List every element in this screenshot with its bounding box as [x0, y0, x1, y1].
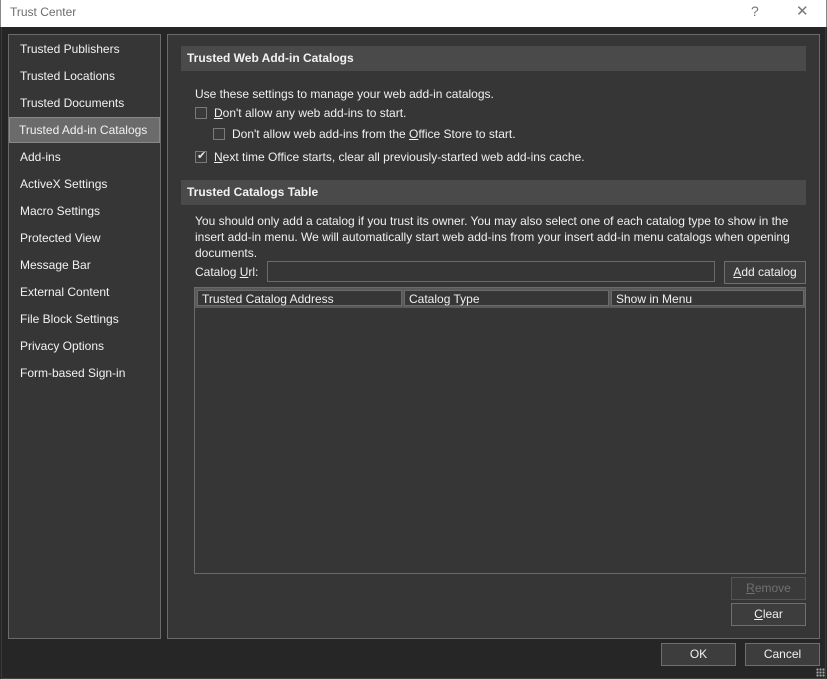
column-header-type[interactable]: Catalog Type — [404, 290, 609, 306]
clear-cache-label[interactable]: Next time Office starts, clear all previ… — [214, 150, 585, 164]
sidebar-item-macro-settings[interactable]: Macro Settings — [11, 198, 158, 224]
access-key: D — [214, 106, 223, 120]
clear-button[interactable]: Clear — [731, 603, 806, 626]
catalog-url-label: Catalog Url: — [195, 265, 258, 279]
sidebar-item-privacy-options[interactable]: Privacy Options — [11, 333, 158, 359]
label-rest: on't allow any web add-ins to start. — [222, 106, 407, 120]
sidebar-item-file-block-settings[interactable]: File Block Settings — [11, 306, 158, 332]
checkmark-icon: ✔ — [197, 150, 207, 162]
label-rest: ext time Office starts, clear all previo… — [222, 150, 585, 164]
column-header-address[interactable]: Trusted Catalog Address — [197, 290, 402, 306]
label-prefix: Catalog — [195, 265, 240, 279]
dont-allow-office-store-label[interactable]: Don't allow web add-ins from the Office … — [232, 127, 516, 141]
sidebar-item-trusted-locations[interactable]: Trusted Locations — [11, 63, 158, 89]
web-catalogs-intro: Use these settings to manage your web ad… — [195, 87, 494, 101]
access-key: N — [214, 150, 223, 164]
button-label: emove — [754, 581, 791, 595]
add-catalog-button[interactable]: Add catalog — [724, 261, 806, 284]
sidebar-item-add-ins[interactable]: Add-ins — [11, 144, 158, 170]
sidebar-item-protected-view[interactable]: Protected View — [11, 225, 158, 251]
sidebar-item-activex-settings[interactable]: ActiveX Settings — [11, 171, 158, 197]
sidebar-item-message-bar[interactable]: Message Bar — [11, 252, 158, 278]
catalog-url-input[interactable] — [267, 261, 715, 282]
catalogs-description: You should only add a catalog if you tru… — [195, 214, 790, 260]
section-header-catalogs-table: Trusted Catalogs Table — [181, 180, 806, 205]
sidebar-item-external-content[interactable]: External Content — [11, 279, 158, 305]
help-icon[interactable]: ? — [751, 3, 759, 19]
sidebar-item-trusted-add-in-catalogs[interactable]: Trusted Add-in Catalogs — [9, 117, 160, 143]
label-rest: ffice Store to start. — [418, 127, 516, 141]
sidebar-item-trusted-documents[interactable]: Trusted Documents — [11, 90, 158, 116]
sidebar-item-form-based-sign-in[interactable]: Form-based Sign-in — [11, 360, 158, 386]
section-header-web-catalogs: Trusted Web Add-in Catalogs — [181, 46, 806, 71]
remove-button[interactable]: Remove — [731, 577, 806, 600]
close-icon[interactable]: ✕ — [796, 2, 809, 20]
table-header-row: Trusted Catalog Address Catalog Type Sho… — [195, 288, 805, 308]
column-header-show-in-menu[interactable]: Show in Menu — [611, 290, 804, 306]
window-title: Trust Center — [10, 5, 77, 19]
button-label: lear — [762, 607, 783, 621]
dont-allow-web-addins-checkbox[interactable] — [195, 107, 207, 119]
resize-grip-icon[interactable] — [816, 668, 825, 677]
dont-allow-office-store-checkbox[interactable] — [213, 128, 225, 140]
label-rest: rl: — [248, 265, 259, 279]
title-bar: Trust Center ? ✕ — [0, 0, 827, 27]
access-key: R — [746, 581, 755, 595]
button-label: dd catalog — [741, 265, 797, 279]
cancel-button[interactable]: Cancel — [745, 643, 820, 666]
dont-allow-web-addins-label[interactable]: Don't allow any web add-ins to start. — [214, 106, 406, 120]
clear-cache-checkbox[interactable]: ✔ — [195, 150, 207, 163]
trusted-catalogs-table[interactable]: Trusted Catalog Address Catalog Type Sho… — [194, 287, 806, 574]
ok-button[interactable]: OK — [661, 643, 736, 666]
sidebar-item-trusted-publishers[interactable]: Trusted Publishers — [11, 36, 158, 62]
sidebar-nav: Trusted Publishers Trusted Locations Tru… — [8, 34, 161, 639]
access-key: C — [754, 607, 763, 621]
access-key: O — [409, 127, 419, 141]
label-prefix: Don't allow web add-ins from the — [232, 127, 410, 141]
